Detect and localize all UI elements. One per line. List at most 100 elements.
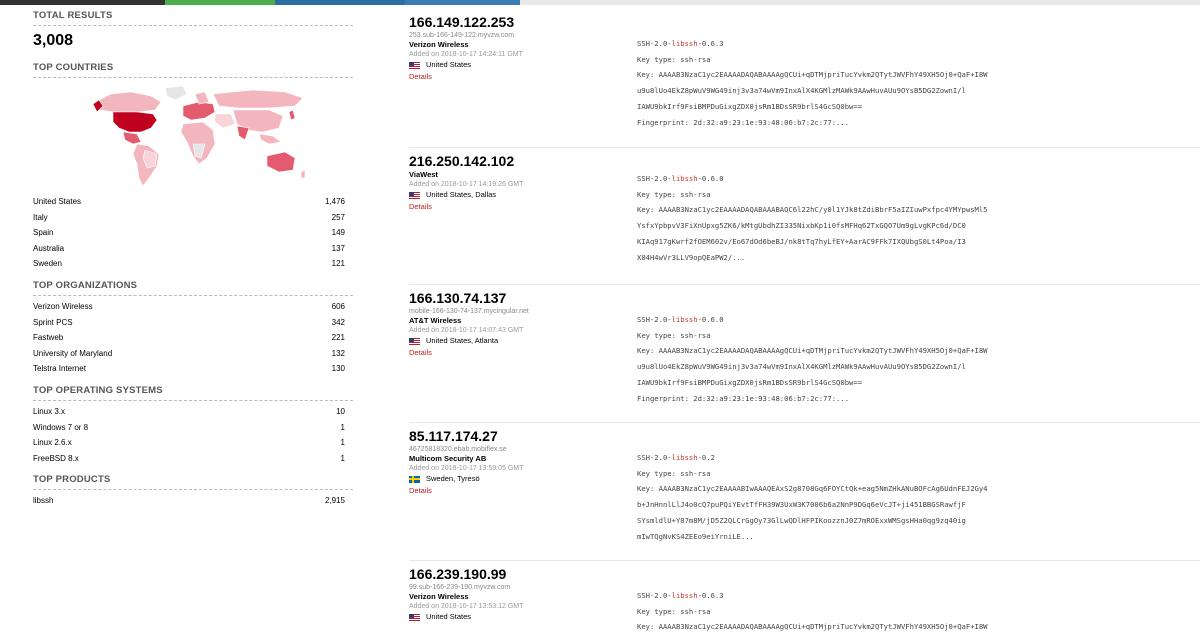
banner-prefix: SSH-2.0- (637, 591, 672, 600)
result-ip[interactable]: 216.250.142.102 (409, 153, 1200, 170)
banner-line: IAWU9bkIrf9FsiBMPDuGixgZDX0jsRm1BDsSR9br… (637, 377, 863, 387)
org-count: 342 (331, 317, 345, 327)
result-location-text: Sweden, Tyresö (426, 474, 480, 483)
country-count: 1,476 (324, 197, 345, 206)
map-middle-east (214, 113, 236, 129)
os-row[interactable]: Linux 2.6.x 1 (33, 435, 353, 451)
org-row[interactable]: Fastweb 221 (33, 330, 353, 346)
banner-version-line: SSH-2.0-libssh-0.6.0 (637, 312, 1077, 328)
banner-line: KIAq917gKwrf2fOEM602v/Eo67dOd6beBJ/nk8tT… (637, 236, 966, 246)
product-row[interactable]: libssh 2,915 (33, 493, 353, 509)
us-flag-icon (409, 61, 420, 69)
banner-highlight: libssh (671, 315, 698, 324)
banner-line: b+JnHnnlLlJ4o0cQ7puPQiYEvtTfFH39W3UxW3K7… (637, 500, 966, 510)
org-count: 132 (331, 348, 345, 358)
org-row[interactable]: Telstra Internet 130 (33, 361, 353, 377)
banner-suffix: -0.6.3 (697, 591, 724, 600)
banner-line: Key: AAAAB3NzaC1yc2EAAAADAQABAAAAgQCUi+q… (637, 346, 988, 356)
org-row[interactable]: University of Maryland 132 (33, 346, 353, 362)
result-banner: SSH-2.0-libssh-0.6.0 Key type: ssh-rsa K… (637, 312, 1077, 406)
org-name: University of Maryland (33, 348, 113, 358)
country-name: Spain (33, 228, 54, 238)
os-row[interactable]: FreeBSD 8.x 1 (33, 451, 353, 467)
banner-line: Key type: ssh-rsa (637, 330, 711, 340)
top-color-bar (0, 0, 1200, 5)
result-location-text: United States (426, 612, 472, 621)
os-count: 1 (340, 438, 345, 448)
country-name: United States (33, 197, 82, 206)
result-ip[interactable]: 166.130.74.137 (409, 290, 1200, 307)
org-row[interactable]: Sprint PCS 342 (33, 315, 353, 331)
result-banner: SSH-2.0-libssh-0.6.3 Key type: ssh-rsa K… (637, 36, 1077, 130)
banner-line: Fingerprint: 2d:32:a9:23:1e:93:48:06:b7:… (637, 393, 850, 403)
us-flag-icon (409, 613, 420, 621)
country-count: 121 (331, 259, 345, 269)
banner-suffix: -0.2 (697, 453, 715, 462)
product-name: libssh (33, 496, 54, 506)
sweden-flag-icon (409, 475, 420, 483)
map-europe (182, 101, 216, 121)
banner-highlight: libssh (671, 591, 698, 600)
os-name: FreeBSD 8.x (33, 453, 79, 463)
os-row[interactable]: Linux 3.x 10 (33, 404, 353, 420)
org-name: Verizon Wireless (33, 301, 93, 311)
os-row[interactable]: Windows 7 or 8 1 (33, 420, 353, 436)
org-count: 606 (331, 301, 345, 311)
result-item: 85.117.174.27 46725818320.ebab.mobiflex.… (409, 422, 1200, 541)
country-row[interactable]: Spain 149 (33, 225, 353, 241)
map-russia (212, 89, 304, 109)
banner-line: SYsmldlU+Y07m8M/jD5Z2QLCrGgOy73GlLwQDlHF… (637, 515, 966, 525)
products-list: libssh 2,915 (33, 493, 353, 509)
country-row[interactable]: Italy 257 (33, 210, 353, 226)
result-item: 166.149.122.253 253.sub-166-149-122.myvz… (409, 14, 1200, 127)
world-map[interactable] (33, 82, 353, 192)
banner-highlight: libssh (671, 39, 698, 48)
org-name: Fastweb (33, 333, 64, 343)
banner-line: Key type: ssh-rsa (637, 468, 711, 478)
os-list: Linux 3.x 10 Windows 7 or 8 1 Linux 2.6.x 1… (33, 404, 353, 466)
country-count: 137 (331, 243, 345, 253)
total-results-value: 3,008 (33, 32, 74, 49)
banner-prefix: SSH-2.0- (637, 453, 672, 462)
banner-line: Key type: ssh-rsa (637, 606, 711, 616)
map-canada (94, 91, 162, 113)
map-mexico (122, 131, 142, 145)
result-item: 216.250.142.102 ViaWest Added on 2018-10… (409, 147, 1200, 262)
result-banner: SSH-2.0-libssh-0.2 Key type: ssh-rsa Key… (637, 450, 1077, 544)
org-row[interactable]: Verizon Wireless 606 (33, 299, 353, 315)
banner-version-line: SSH-2.0-libssh-0.6.0 (637, 171, 1077, 187)
us-flag-icon (409, 337, 420, 345)
banner-line: IAWU9bkIrf9FsiBMPDuGixgZDX0jsRm1BDsSR9br… (637, 101, 863, 111)
banner-line: Key: AAAAB3NzaC1yc2EAAAABIwAAAQEAxS2g870… (637, 484, 988, 494)
banner-line: Key type: ssh-rsa (637, 54, 711, 64)
result-divider (409, 147, 1200, 148)
country-row[interactable]: Australia 137 (33, 241, 353, 257)
banner-prefix: SSH-2.0- (637, 174, 672, 183)
country-row[interactable]: United States 1,476 (33, 194, 353, 210)
result-ip[interactable]: 166.239.190.99 (409, 566, 1200, 583)
os-count: 1 (340, 422, 345, 432)
os-name: Linux 3.x (33, 406, 66, 416)
country-row[interactable]: Sweden 121 (33, 256, 353, 272)
result-ip[interactable]: 166.149.122.253 (409, 14, 1200, 31)
organizations-list: Verizon Wireless 606 Sprint PCS 342 Fastwe… (33, 299, 353, 377)
result-item: 166.130.74.137 mobile-166-130-74-137.myc… (409, 284, 1200, 403)
map-australia (266, 151, 296, 173)
banner-highlight: libssh (671, 174, 698, 183)
org-count: 221 (331, 333, 345, 343)
topbar-segment (165, 0, 275, 5)
banner-suffix: -0.6.0 (697, 174, 724, 183)
banner-version-line: SSH-2.0-libssh-0.6.3 (637, 36, 1077, 52)
result-divider (409, 422, 1200, 423)
banner-line: mIwTQgNvKS4ZEEo9eiYrniLE... (637, 531, 754, 541)
top-organizations-title: TOP ORGANIZATIONS (33, 280, 353, 296)
banner-version-line: SSH-2.0-libssh-0.6.3 (637, 588, 1077, 604)
banner-suffix: -0.6.0 (697, 315, 724, 324)
countries-list: United States 1,476 Italy 257 Spain 149 Aus… (33, 194, 353, 272)
result-ip[interactable]: 85.117.174.27 (409, 428, 1200, 445)
product-count: 2,915 (324, 496, 345, 506)
country-name: Sweden (33, 259, 62, 269)
map-japan (288, 109, 296, 121)
os-name: Linux 2.6.x (33, 438, 72, 448)
os-name: Windows 7 or 8 (33, 422, 89, 432)
